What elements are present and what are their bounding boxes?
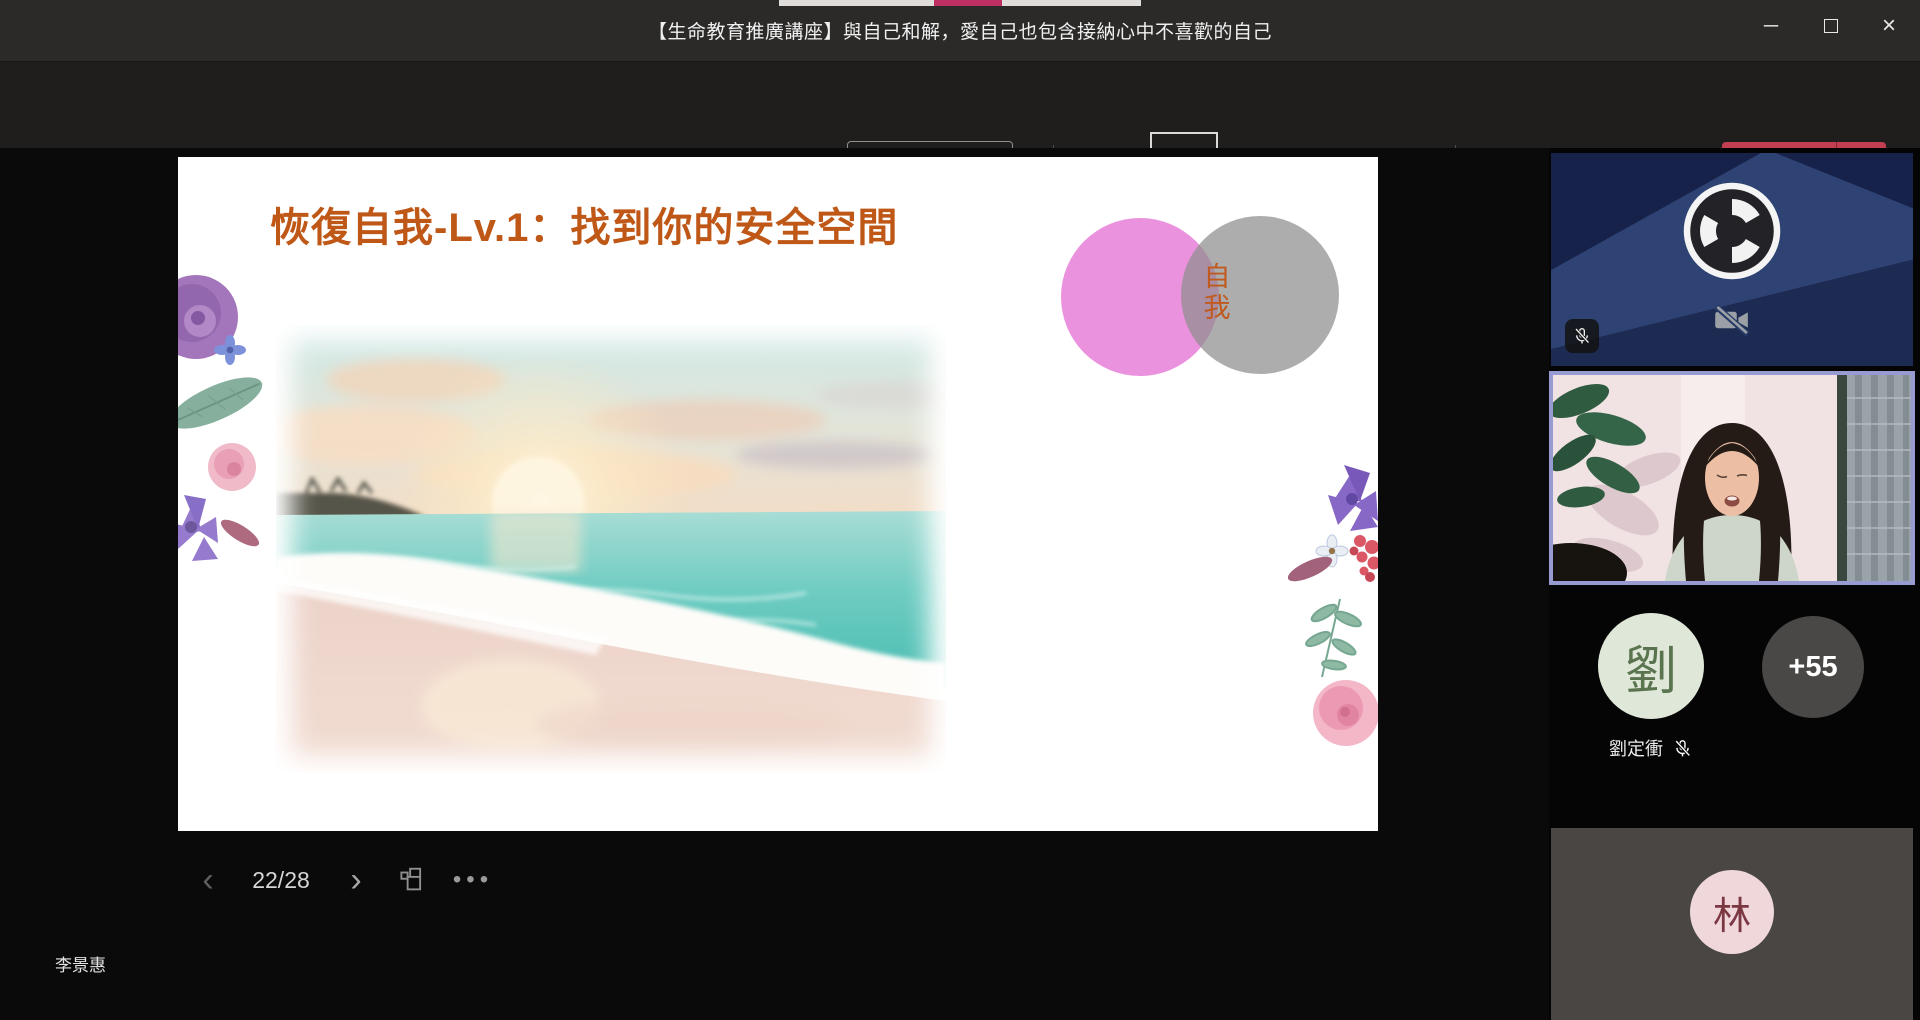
avatar-initial: 林 xyxy=(1713,885,1751,940)
avatar-initial: 劉 xyxy=(1625,629,1677,704)
slide-title: 恢復自我-Lv.1：找到你的安全空間 xyxy=(270,195,1170,253)
overflow-participants-badge[interactable]: +55 xyxy=(1762,616,1864,718)
close-icon: × xyxy=(1882,12,1896,40)
presenting-progress-strip xyxy=(779,0,1141,6)
slide-grid-button[interactable] xyxy=(390,860,434,900)
next-slide-button[interactable]: › xyxy=(338,860,374,900)
beach-sunset-photo xyxy=(276,325,946,772)
flower-decoration-right xyxy=(1288,457,1378,767)
slide-page-indicator: 22/28 xyxy=(236,860,326,900)
more-dots-icon: ••• xyxy=(453,866,493,894)
mic-off-icon xyxy=(1572,326,1592,346)
maximize-button[interactable] xyxy=(1802,0,1860,52)
slide-navigation: ‹ 22/28 › ••• xyxy=(0,860,700,910)
video-tile-obs[interactable] xyxy=(1551,153,1913,366)
presenter-name-label: 李景惠 xyxy=(55,951,106,976)
maximize-icon xyxy=(1824,19,1838,33)
video-tile-lin[interactable]: 林 xyxy=(1551,828,1913,1020)
window-title: 【生命教育推廣講座】與自己和解，愛自己也包含接納心中不喜歡的自己 xyxy=(0,17,1920,44)
close-button[interactable]: × xyxy=(1860,0,1918,52)
participant-avatar: 林 xyxy=(1690,870,1774,954)
chevron-right-icon: › xyxy=(350,861,361,900)
presenting-progress-indicator xyxy=(934,0,1002,6)
window-titlebar: 【生命教育推廣講座】與自己和解，愛自己也包含接納心中不喜歡的自己 ─ × xyxy=(0,0,1920,62)
participant-name-row: 劉定衝 xyxy=(1561,735,1741,761)
shared-content-stage: 恢復自我-Lv.1：找到你的安全空間 xyxy=(0,148,1549,1020)
muted-mic-badge xyxy=(1565,319,1599,353)
slide-more-options-button[interactable]: ••• xyxy=(448,860,498,900)
obs-logo-icon xyxy=(1682,181,1782,281)
participant-avatar[interactable]: 劉 xyxy=(1598,613,1704,719)
venn-label: 自我 xyxy=(1200,262,1234,324)
audio-participants-row: 劉 +55 劉定衝 xyxy=(1549,585,1920,825)
participants-sidebar: 劉 +55 劉定衝 林 xyxy=(1549,148,1920,1020)
camera-off-indicator xyxy=(1713,301,1751,344)
meeting-toolbar: 02:00:25 取得控制權 xyxy=(0,62,1920,148)
chevron-left-icon: ‹ xyxy=(202,861,213,900)
webcam-video xyxy=(1553,375,1911,581)
powerpoint-slide: 恢復自我-Lv.1：找到你的安全空間 xyxy=(178,157,1378,831)
minimize-button[interactable]: ─ xyxy=(1742,0,1800,52)
participant-name: 劉定衝 xyxy=(1609,735,1663,761)
mic-off-icon xyxy=(1672,738,1693,759)
previous-slide-button[interactable]: ‹ xyxy=(190,860,226,900)
video-tile-active-speaker[interactable] xyxy=(1549,371,1915,585)
photo-feathered-edge xyxy=(276,325,946,772)
overflow-count: +55 xyxy=(1788,651,1837,684)
camera-off-icon xyxy=(1713,301,1751,339)
minimize-icon: ─ xyxy=(1764,15,1778,38)
slide-thumbnails-icon xyxy=(397,865,427,895)
